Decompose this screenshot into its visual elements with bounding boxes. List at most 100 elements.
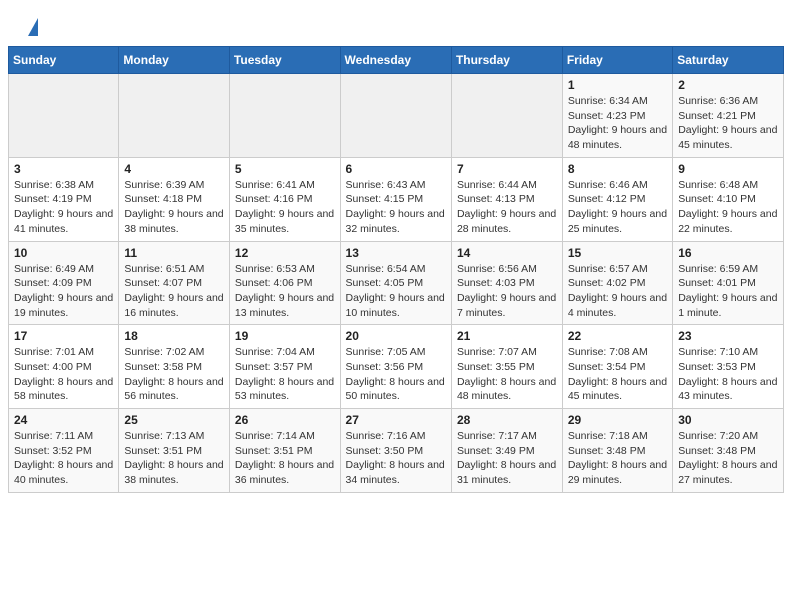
calendar-cell: 2 Sunrise: 6:36 AM Sunset: 4:21 PM Daylig… (673, 74, 784, 158)
day-info: Sunrise: 7:02 AM Sunset: 3:58 PM Dayligh… (124, 345, 224, 404)
column-header-friday: Friday (562, 47, 672, 74)
day-number: 13 (346, 246, 446, 260)
column-header-wednesday: Wednesday (340, 47, 451, 74)
day-info: Sunrise: 6:53 AM Sunset: 4:06 PM Dayligh… (235, 262, 335, 321)
calendar-cell: 3Sunrise: 6:38 AM Sunset: 4:19 PM Daylig… (9, 157, 119, 241)
logo (24, 18, 38, 38)
day-number: 20 (346, 329, 446, 343)
day-number: 1 (568, 78, 667, 92)
column-header-sunday: Sunday (9, 47, 119, 74)
day-info: Sunrise: 7:18 AM Sunset: 3:48 PM Dayligh… (568, 429, 667, 488)
calendar-cell: 11 Sunrise: 6:51 AM Sunset: 4:07 PM Dayli… (119, 241, 230, 325)
calendar-cell: 15 Sunrise: 6:57 AM Sunset: 4:02 PM Dayli… (562, 241, 672, 325)
calendar-cell: 26 Sunrise: 7:14 AM Sunset: 3:51 PM Dayli… (229, 409, 340, 493)
day-info: Sunrise: 6:36 AM Sunset: 4:21 PM Dayligh… (678, 94, 778, 153)
calendar-body: 1 Sunrise: 6:34 AM Sunset: 4:23 PM Daylig… (9, 74, 784, 493)
day-info: Sunrise: 6:43 AM Sunset: 4:15 PM Dayligh… (346, 178, 446, 237)
calendar-header: SundayMondayTuesdayWednesdayThursdayFrid… (9, 47, 784, 74)
calendar-cell (119, 74, 230, 158)
calendar-cell: 13 Sunrise: 6:54 AM Sunset: 4:05 PM Dayli… (340, 241, 451, 325)
calendar-cell: 28 Sunrise: 7:17 AM Sunset: 3:49 PM Dayli… (451, 409, 562, 493)
day-number: 3 (14, 162, 113, 176)
calendar-cell: 21Sunrise: 7:07 AM Sunset: 3:55 PM Dayli… (451, 325, 562, 409)
column-header-thursday: Thursday (451, 47, 562, 74)
day-info: Sunrise: 7:08 AM Sunset: 3:54 PM Dayligh… (568, 345, 667, 404)
week-row-2: 3Sunrise: 6:38 AM Sunset: 4:19 PM Daylig… (9, 157, 784, 241)
day-info: Sunrise: 6:57 AM Sunset: 4:02 PM Dayligh… (568, 262, 667, 321)
day-number: 14 (457, 246, 557, 260)
week-row-5: 24 Sunrise: 7:11 AM Sunset: 3:52 PM Dayli… (9, 409, 784, 493)
day-info: Sunrise: 6:54 AM Sunset: 4:05 PM Dayligh… (346, 262, 446, 321)
calendar-cell (229, 74, 340, 158)
day-number: 25 (124, 413, 224, 427)
calendar-cell: 14 Sunrise: 6:56 AM Sunset: 4:03 PM Dayli… (451, 241, 562, 325)
week-row-3: 10Sunrise: 6:49 AM Sunset: 4:09 PM Dayli… (9, 241, 784, 325)
day-info: Sunrise: 7:14 AM Sunset: 3:51 PM Dayligh… (235, 429, 335, 488)
day-info: Sunrise: 6:56 AM Sunset: 4:03 PM Dayligh… (457, 262, 557, 321)
calendar-cell: 16Sunrise: 6:59 AM Sunset: 4:01 PM Dayli… (673, 241, 784, 325)
page-header (0, 0, 792, 46)
day-number: 30 (678, 413, 778, 427)
day-number: 11 (124, 246, 224, 260)
logo-triangle-icon (28, 18, 38, 36)
day-info: Sunrise: 6:59 AM Sunset: 4:01 PM Dayligh… (678, 262, 778, 321)
day-number: 27 (346, 413, 446, 427)
calendar-cell: 5Sunrise: 6:41 AM Sunset: 4:16 PM Daylig… (229, 157, 340, 241)
day-info: Sunrise: 7:01 AM Sunset: 4:00 PM Dayligh… (14, 345, 113, 404)
calendar-cell: 30 Sunrise: 7:20 AM Sunset: 3:48 PM Dayli… (673, 409, 784, 493)
calendar-cell: 7 Sunrise: 6:44 AM Sunset: 4:13 PM Daylig… (451, 157, 562, 241)
calendar-cell: 1 Sunrise: 6:34 AM Sunset: 4:23 PM Daylig… (562, 74, 672, 158)
day-number: 17 (14, 329, 113, 343)
calendar-cell (451, 74, 562, 158)
week-row-4: 17 Sunrise: 7:01 AM Sunset: 4:00 PM Dayli… (9, 325, 784, 409)
day-number: 4 (124, 162, 224, 176)
day-info: Sunrise: 6:48 AM Sunset: 4:10 PM Dayligh… (678, 178, 778, 237)
calendar-cell: 4 Sunrise: 6:39 AM Sunset: 4:18 PM Daylig… (119, 157, 230, 241)
day-number: 10 (14, 246, 113, 260)
day-number: 26 (235, 413, 335, 427)
calendar-cell: 27Sunrise: 7:16 AM Sunset: 3:50 PM Dayli… (340, 409, 451, 493)
day-number: 15 (568, 246, 667, 260)
calendar-cell: 6 Sunrise: 6:43 AM Sunset: 4:15 PM Daylig… (340, 157, 451, 241)
day-info: Sunrise: 6:46 AM Sunset: 4:12 PM Dayligh… (568, 178, 667, 237)
day-info: Sunrise: 7:05 AM Sunset: 3:56 PM Dayligh… (346, 345, 446, 404)
calendar-cell: 17 Sunrise: 7:01 AM Sunset: 4:00 PM Dayli… (9, 325, 119, 409)
day-number: 9 (678, 162, 778, 176)
day-number: 7 (457, 162, 557, 176)
day-info: Sunrise: 7:11 AM Sunset: 3:52 PM Dayligh… (14, 429, 113, 488)
day-number: 19 (235, 329, 335, 343)
calendar-table: SundayMondayTuesdayWednesdayThursdayFrid… (8, 46, 784, 493)
header-row: SundayMondayTuesdayWednesdayThursdayFrid… (9, 47, 784, 74)
calendar-cell: 23 Sunrise: 7:10 AM Sunset: 3:53 PM Dayli… (673, 325, 784, 409)
day-number: 8 (568, 162, 667, 176)
day-number: 22 (568, 329, 667, 343)
day-info: Sunrise: 6:34 AM Sunset: 4:23 PM Dayligh… (568, 94, 667, 153)
calendar-wrapper: SundayMondayTuesdayWednesdayThursdayFrid… (0, 46, 792, 503)
day-info: Sunrise: 7:17 AM Sunset: 3:49 PM Dayligh… (457, 429, 557, 488)
day-info: Sunrise: 7:04 AM Sunset: 3:57 PM Dayligh… (235, 345, 335, 404)
day-info: Sunrise: 6:51 AM Sunset: 4:07 PM Dayligh… (124, 262, 224, 321)
day-number: 2 (678, 78, 778, 92)
day-number: 23 (678, 329, 778, 343)
calendar-cell: 12 Sunrise: 6:53 AM Sunset: 4:06 PM Dayli… (229, 241, 340, 325)
day-number: 28 (457, 413, 557, 427)
column-header-tuesday: Tuesday (229, 47, 340, 74)
day-info: Sunrise: 6:41 AM Sunset: 4:16 PM Dayligh… (235, 178, 335, 237)
day-info: Sunrise: 7:10 AM Sunset: 3:53 PM Dayligh… (678, 345, 778, 404)
day-number: 12 (235, 246, 335, 260)
day-number: 21 (457, 329, 557, 343)
day-info: Sunrise: 6:39 AM Sunset: 4:18 PM Dayligh… (124, 178, 224, 237)
calendar-cell: 10Sunrise: 6:49 AM Sunset: 4:09 PM Dayli… (9, 241, 119, 325)
day-number: 18 (124, 329, 224, 343)
day-info: Sunrise: 7:20 AM Sunset: 3:48 PM Dayligh… (678, 429, 778, 488)
calendar-cell: 9 Sunrise: 6:48 AM Sunset: 4:10 PM Daylig… (673, 157, 784, 241)
day-info: Sunrise: 6:44 AM Sunset: 4:13 PM Dayligh… (457, 178, 557, 237)
day-info: Sunrise: 7:13 AM Sunset: 3:51 PM Dayligh… (124, 429, 224, 488)
calendar-cell: 19 Sunrise: 7:04 AM Sunset: 3:57 PM Dayli… (229, 325, 340, 409)
day-number: 6 (346, 162, 446, 176)
calendar-cell (340, 74, 451, 158)
day-number: 24 (14, 413, 113, 427)
calendar-cell: 18 Sunrise: 7:02 AM Sunset: 3:58 PM Dayli… (119, 325, 230, 409)
calendar-cell (9, 74, 119, 158)
calendar-cell: 25 Sunrise: 7:13 AM Sunset: 3:51 PM Dayli… (119, 409, 230, 493)
